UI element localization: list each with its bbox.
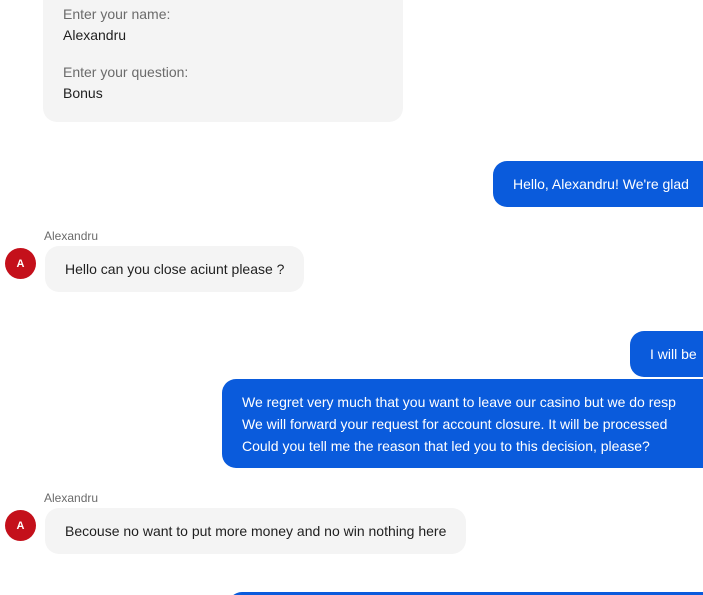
avatar-initial: A [16,519,25,532]
chat-transcript: Enter your name: Alexandru Enter your qu… [0,0,703,595]
agent-message-line: We regret very much that you want to lea… [242,394,676,410]
agent-message: We regret very much that you want to lea… [222,379,703,468]
agent-message-text: Hello, Alexandru! We're glad [513,176,689,192]
avatar: A [5,510,36,541]
customer-message-text: Becouse no want to put more money and no… [65,523,447,539]
name-field: Enter your name: Alexandru [63,5,170,44]
agent-message-line: Could you tell me the reason that led yo… [242,438,650,454]
question-field: Enter your question: Bonus [63,63,188,102]
customer-message: Becouse no want to put more money and no… [45,508,467,554]
sender-name: Alexandru [44,229,99,243]
prechat-form-card: Enter your name: Alexandru Enter your qu… [43,0,403,122]
agent-message: Hello, Alexandru! We're glad [493,161,703,207]
avatar: A [5,248,36,279]
name-field-label: Enter your name: [63,6,171,22]
avatar-initial: A [16,257,25,270]
agent-message: I will be [630,331,703,377]
customer-message: Hello can you close aciunt please ? [45,246,305,292]
agent-message-text: I will be [650,346,697,362]
sender-name: Alexandru [44,491,99,505]
customer-message-text: Hello can you close aciunt please ? [65,261,285,277]
agent-message-line: We will forward your request for account… [242,416,668,432]
question-field-value: Bonus [63,85,103,101]
name-field-value: Alexandru [63,27,127,43]
question-field-label: Enter your question: [63,64,189,80]
